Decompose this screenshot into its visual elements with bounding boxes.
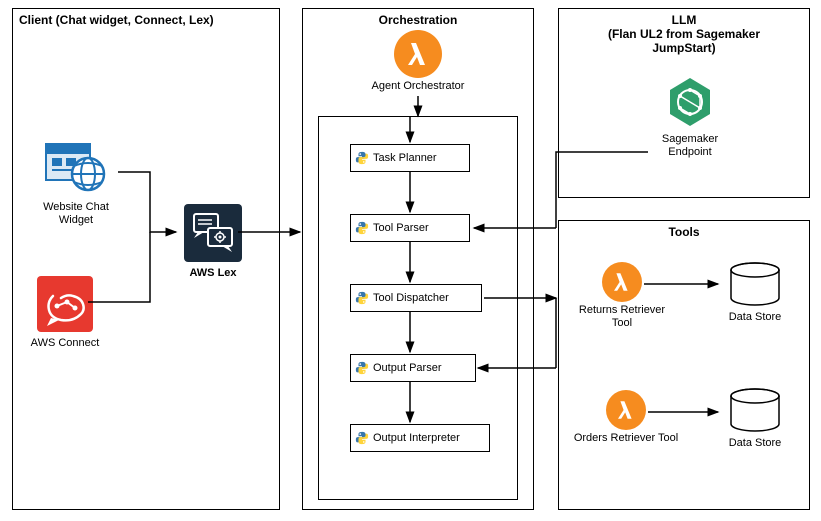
aws-lex-icon	[184, 204, 242, 262]
output-parser-step: Output Parser	[350, 354, 476, 382]
python-icon	[355, 151, 369, 165]
tools-title: Tools	[559, 221, 809, 243]
orders-label: Orders Retriever Tool	[566, 432, 686, 445]
agent-orchestrator: Agent Orchestrator	[360, 30, 476, 93]
datastore-returns: Data Store	[720, 262, 790, 324]
step-label: Tool Dispatcher	[373, 292, 449, 304]
returns-label: Returns Retriever Tool	[574, 304, 670, 330]
orchestration-title: Orchestration	[303, 9, 533, 31]
output-interpreter-step: Output Interpreter	[350, 424, 490, 452]
lambda-icon	[394, 30, 442, 78]
datastore-icon	[727, 388, 783, 432]
chat-widget-icon	[44, 140, 108, 196]
python-icon	[355, 221, 369, 235]
datastore-icon	[727, 262, 783, 306]
python-icon	[355, 361, 369, 375]
llm-title: LLM (Flan UL2 from Sagemaker JumpStart)	[559, 9, 809, 59]
lambda-icon	[602, 262, 642, 302]
sagemaker-label: Sagemaker Endpoint	[650, 133, 730, 159]
step-label: Output Interpreter	[373, 432, 460, 444]
sagemaker-endpoint: Sagemaker Endpoint	[650, 76, 730, 159]
aws-lex-label: AWS Lex	[178, 267, 248, 280]
sagemaker-icon	[664, 76, 716, 128]
tool-parser-step: Tool Parser	[350, 214, 470, 242]
datastore-label: Data Store	[720, 311, 790, 324]
aws-connect-label: AWS Connect	[30, 337, 100, 350]
python-icon	[355, 291, 369, 305]
returns-retriever-tool: Returns Retriever Tool	[574, 262, 670, 330]
python-icon	[355, 431, 369, 445]
tool-dispatcher-step: Tool Dispatcher	[350, 284, 482, 312]
aws-connect-icon	[37, 276, 93, 332]
step-label: Output Parser	[373, 362, 441, 374]
chat-widget-label: Website Chat Widget	[34, 201, 118, 227]
orders-retriever-tool: Orders Retriever Tool	[566, 390, 686, 445]
website-chat-widget: Website Chat Widget	[34, 140, 118, 227]
orchestrator-label: Agent Orchestrator	[360, 80, 476, 93]
aws-lex: AWS Lex	[178, 204, 248, 280]
client-title: Client (Chat widget, Connect, Lex)	[13, 9, 279, 31]
datastore-label: Data Store	[720, 437, 790, 450]
lambda-icon	[606, 390, 646, 430]
aws-connect: AWS Connect	[30, 276, 100, 350]
task-planner-step: Task Planner	[350, 144, 470, 172]
step-label: Tool Parser	[373, 222, 429, 234]
step-label: Task Planner	[373, 152, 437, 164]
datastore-orders: Data Store	[720, 388, 790, 450]
